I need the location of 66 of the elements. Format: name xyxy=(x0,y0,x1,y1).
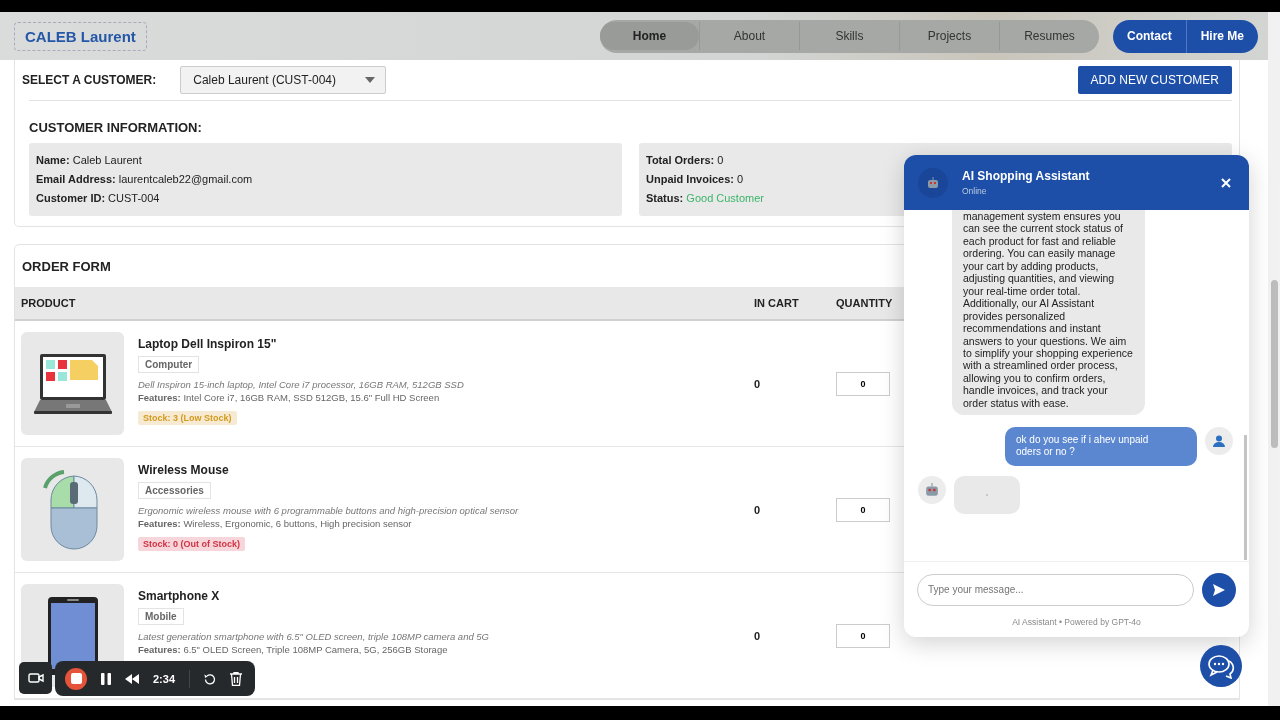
robot-icon xyxy=(918,167,948,198)
info-line: Email Address: laurentcaleb22@gmail.com xyxy=(36,172,253,187)
quantity-input[interactable]: 0 xyxy=(836,497,890,522)
nav-link[interactable]: Skills xyxy=(798,22,899,50)
info-line: Name: Caleb Laurent xyxy=(36,153,142,168)
camera-icon xyxy=(27,672,44,684)
stock-badge: Stock: 0 (Out of Stock) xyxy=(138,537,245,551)
section-title: ORDER FORM xyxy=(21,258,112,276)
chat-bubbles-icon xyxy=(1207,653,1235,679)
nav-link[interactable]: Home xyxy=(599,22,699,50)
section-title: CUSTOMER INFORMATION: xyxy=(29,120,203,135)
stop-button[interactable] xyxy=(65,667,87,690)
caret-icon xyxy=(365,77,376,83)
column-header: IN CART xyxy=(754,297,800,309)
chat-status: Online xyxy=(962,186,988,196)
product-name: Laptop Dell Inspiron 15" xyxy=(138,337,277,351)
site-logo[interactable]: CALEB Laurent xyxy=(14,21,147,51)
nav-link[interactable]: About xyxy=(698,22,799,50)
in-cart-count: 0 xyxy=(754,503,762,516)
user-icon xyxy=(1205,427,1233,456)
recording-time: 2:34 xyxy=(153,672,176,685)
chat-footer: AI Assistant • Powered by GPT-4o xyxy=(904,617,1249,637)
info-line: Unpaid Invoices: 0 xyxy=(646,172,744,187)
info-line: Customer ID: CUST-004 xyxy=(36,191,160,206)
nav-link[interactable]: Resumes xyxy=(998,22,1099,50)
category-tag: Mobile xyxy=(138,608,184,625)
product-features: Features: 6.5" OLED Screen, Triple 108MP Camera, 5G, 256GB Storage xyxy=(138,643,448,656)
close-icon[interactable] xyxy=(1221,177,1231,188)
info-line: Status: Good Customer xyxy=(646,191,764,206)
nav-action-link[interactable]: Contact xyxy=(1112,19,1186,53)
product-name: Wireless Mouse xyxy=(138,463,229,477)
robot-icon xyxy=(918,476,946,505)
in-cart-count: 0 xyxy=(754,377,762,390)
page-scrollbar[interactable] xyxy=(1268,12,1280,706)
category-tag: Accessories xyxy=(138,482,211,499)
in-cart-count: 0 xyxy=(754,629,762,642)
stock-badge: Stock: 3 (Low Stock) xyxy=(138,411,237,425)
info-line: Total Orders: 0 xyxy=(646,153,724,168)
product-features: Features: Wireless, Ergonomic, 6 buttons, High precision sensor xyxy=(138,517,412,530)
nav-link[interactable]: Projects xyxy=(898,22,999,50)
send-icon xyxy=(1213,583,1225,596)
product-description: Dell Inspiron 15-inch laptop, Intel Core i7 processor, 16GB RAM, 512GB SSD xyxy=(138,378,464,391)
pause-icon[interactable] xyxy=(101,672,111,685)
message-input[interactable]: Type your message... xyxy=(917,573,1194,606)
add-customer-button[interactable]: ADD NEW CUSTOMER xyxy=(1077,66,1232,94)
category-tag: Computer xyxy=(138,356,200,373)
user-message: ok do you see if i ahev unpaid oders or no ? xyxy=(1005,427,1197,467)
nav-action-link[interactable]: Hire Me xyxy=(1185,19,1258,53)
quantity-input[interactable]: 0 xyxy=(836,623,890,648)
camera-button[interactable] xyxy=(19,662,52,694)
trash-icon[interactable] xyxy=(230,671,243,686)
product-description: Latest generation smartphone with 6.5" OLED screen, triple 108MP camera and 5G xyxy=(138,630,489,643)
select-label: SELECT A CUSTOMER: xyxy=(22,73,157,87)
product-features: Features: Intel Core i7, 16GB RAM, SSD 512GB, 15.6" Full HD Screen xyxy=(138,391,440,404)
product-description: Ergonomic wireless mouse with 6 programmable buttons and high-precision optical sensor xyxy=(138,504,519,517)
column-header: QUANTITY xyxy=(836,297,894,309)
quantity-input[interactable]: 0 xyxy=(836,371,890,396)
send-button[interactable] xyxy=(1202,572,1236,607)
customer-dropdown[interactable]: Caleb Laurent (CUST-004) xyxy=(180,66,387,94)
restart-icon[interactable] xyxy=(204,672,217,685)
chat-title: AI Shopping Assistant xyxy=(962,169,1091,183)
assistant-message: management system ensures you can see the current stock status of each product for fast and reliable ordering. You can easily manage your cart by adding products, adjusting quantities, and viewing your real-time order total. Additionally, our AI Assistant provides personalized recommendations and instant answers to your questions. We aim to simplify your shopping experience with a streamlined order process, allowing you to confirm orders, handle invoices, and track your order status with ease. xyxy=(952,210,1145,416)
product-name: Smartphone X xyxy=(138,589,220,603)
typing-indicator xyxy=(954,476,1020,515)
column-header: PRODUCT xyxy=(20,297,77,309)
rewind-icon[interactable] xyxy=(125,673,139,684)
